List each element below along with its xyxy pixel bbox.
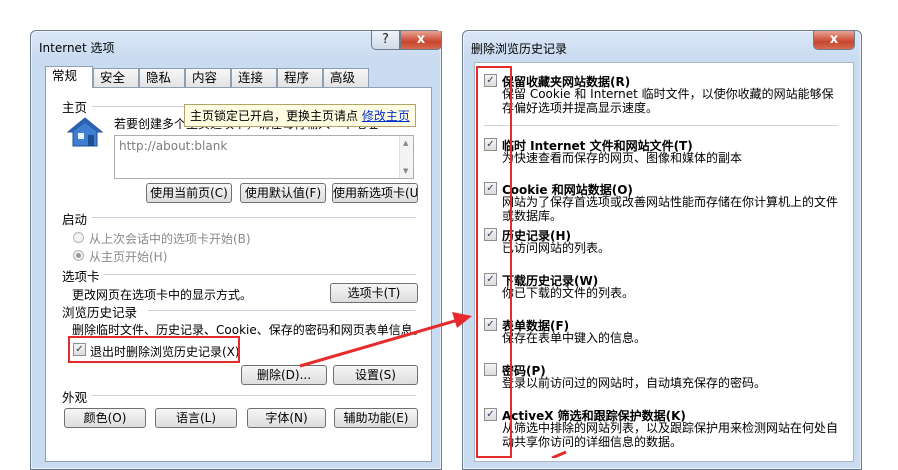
tab-general[interactable]: 常规 [45, 66, 93, 88]
annotation-arrow [299, 312, 567, 458]
